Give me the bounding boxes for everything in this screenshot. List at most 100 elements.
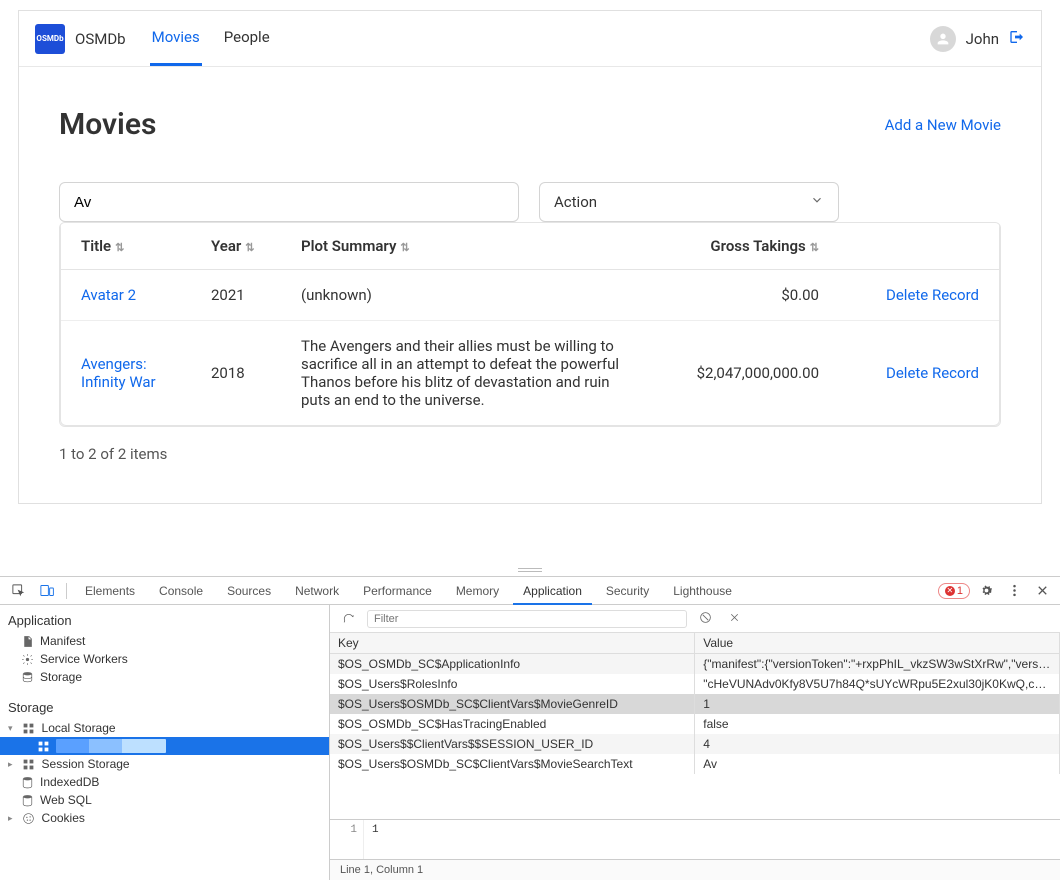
cell-year: 2021 — [191, 270, 281, 321]
clear-icon[interactable] — [695, 611, 716, 627]
grid-icon — [22, 758, 36, 770]
close-devtools-icon[interactable] — [1030, 583, 1054, 598]
movie-title-link[interactable]: Avatar 2 — [81, 286, 136, 304]
status-bar: Line 1, Column 1 — [330, 859, 1060, 880]
add-new-movie-link[interactable]: Add a New Movie — [885, 116, 1001, 134]
sidebar-item-manifest[interactable]: Manifest — [0, 632, 329, 650]
storage-row[interactable]: $OS_OSMDb_SC$HasTracingEnabledfalse — [330, 714, 1060, 734]
tab-memory[interactable]: Memory — [446, 577, 509, 605]
storage-header-row: Key Value — [330, 633, 1060, 654]
error-badge[interactable]: ✕1 — [938, 583, 970, 599]
pagination-info: 1 to 2 of 2 items — [59, 445, 1001, 463]
username: John — [966, 30, 999, 48]
search-input[interactable] — [59, 182, 519, 222]
genre-selected-label: Action — [554, 193, 597, 211]
nav-links: Movies People — [150, 11, 930, 66]
th-key[interactable]: Key — [330, 633, 695, 654]
sidebar-item-cookies[interactable]: Cookies — [0, 809, 329, 827]
grid-icon — [36, 740, 50, 752]
th-title[interactable]: Title — [61, 223, 191, 270]
sort-icon — [810, 241, 819, 254]
gear-icon — [20, 653, 34, 665]
th-plot[interactable]: Plot Summary — [281, 223, 659, 270]
devtools-panel: Elements Console Sources Network Perform… — [0, 576, 1060, 880]
nav-link-movies[interactable]: Movies — [150, 11, 202, 66]
error-icon: ✕ — [945, 586, 955, 596]
value-editor[interactable]: 1 1 — [330, 819, 1060, 859]
storage-filter-input[interactable] — [367, 610, 687, 628]
th-action — [839, 223, 999, 270]
tab-sources[interactable]: Sources — [217, 577, 281, 605]
filters-row: Action — [59, 182, 1001, 222]
sidebar-item-local-storage[interactable]: Local Storage — [0, 719, 329, 737]
more-icon[interactable] — [1002, 583, 1026, 598]
storage-row[interactable]: $OS_Users$RolesInfo"cHeVUNAdv0Kfy8V5U7h8… — [330, 674, 1060, 694]
editor-content[interactable]: 1 — [364, 820, 1060, 859]
tab-performance[interactable]: Performance — [353, 577, 442, 605]
blurred-origin — [56, 739, 166, 753]
settings-icon[interactable] — [974, 583, 998, 598]
user-icon — [935, 31, 951, 47]
document-icon — [20, 635, 34, 647]
cell-gross: $2,047,000,000.00 — [659, 321, 839, 425]
th-year[interactable]: Year — [191, 223, 281, 270]
storage-row[interactable]: $OS_Users$OSMDb_SC$ClientVars$MovieGenre… — [330, 694, 1060, 714]
logo: OSMDb — [35, 24, 65, 54]
genre-select[interactable]: Action — [539, 182, 839, 222]
sidebar-item-session-storage[interactable]: Session Storage — [0, 755, 329, 773]
devtools-tabs: Elements Console Sources Network Perform… — [0, 577, 1060, 605]
section-storage: Storage — [0, 696, 329, 719]
app-window: OSMDb OSMDb Movies People John Movies Ad… — [18, 10, 1042, 504]
cell-year: 2018 — [191, 321, 281, 425]
movies-table: Title Year Plot Summary Gross Takings Av… — [59, 222, 1001, 427]
chevron-down-icon — [810, 193, 824, 211]
cell-plot: (unknown) — [281, 270, 659, 321]
user-area: John — [930, 26, 1025, 52]
device-toolbar-icon[interactable] — [34, 583, 58, 598]
storage-toolbar — [330, 605, 1060, 633]
sidebar-item-service-workers[interactable]: Service Workers — [0, 650, 329, 668]
sidebar-item-indexeddb[interactable]: IndexedDB — [0, 773, 329, 791]
section-application: Application — [0, 609, 329, 632]
cell-gross: $0.00 — [659, 270, 839, 321]
delete-record-link[interactable]: Delete Record — [886, 286, 979, 304]
database-icon — [20, 794, 34, 806]
storage-row[interactable]: $OS_Users$$ClientVars$$SESSION_USER_ID4 — [330, 734, 1060, 754]
tab-console[interactable]: Console — [149, 577, 213, 605]
sort-icon — [245, 241, 254, 254]
devtools-body: Application Manifest Service Workers Sto… — [0, 605, 1060, 880]
storage-row[interactable]: $OS_Users$OSMDb_SC$ClientVars$MovieSearc… — [330, 754, 1060, 774]
cell-plot: The Avengers and their allies must be wi… — [281, 321, 659, 425]
devtools-main: Key Value $OS_OSMDb_SC$ApplicationInfo{"… — [330, 605, 1060, 880]
close-icon[interactable] — [724, 611, 745, 627]
nav-link-people[interactable]: People — [222, 11, 272, 66]
database-icon — [20, 776, 34, 788]
panel-drag-handle[interactable] — [0, 564, 1060, 576]
avatar[interactable] — [930, 26, 956, 52]
grid-icon — [22, 722, 36, 734]
tab-security[interactable]: Security — [596, 577, 659, 605]
th-value[interactable]: Value — [695, 633, 1060, 654]
brand-name: OSMDb — [75, 30, 126, 48]
tab-lighthouse[interactable]: Lighthouse — [663, 577, 742, 605]
app-header: OSMDb OSMDb Movies People John — [19, 11, 1041, 67]
tab-network[interactable]: Network — [285, 577, 349, 605]
table-header-row: Title Year Plot Summary Gross Takings — [61, 223, 999, 270]
refresh-icon[interactable] — [338, 611, 359, 627]
storage-row[interactable]: $OS_OSMDb_SC$ApplicationInfo{"manifest":… — [330, 654, 1060, 675]
table-row: Avatar 2 2021 (unknown) $0.00 Delete Rec… — [61, 270, 999, 321]
delete-record-link[interactable]: Delete Record — [886, 364, 979, 382]
logout-icon[interactable] — [1009, 29, 1025, 49]
inspect-element-icon[interactable] — [6, 583, 30, 598]
devtools-sidebar: Application Manifest Service Workers Sto… — [0, 605, 330, 880]
th-gross[interactable]: Gross Takings — [659, 223, 839, 270]
sidebar-item-storage[interactable]: Storage — [0, 668, 329, 686]
movie-title-link[interactable]: Avengers: Infinity War — [81, 355, 156, 391]
sort-icon — [115, 241, 124, 254]
tab-application[interactable]: Application — [513, 577, 592, 605]
sort-icon — [400, 241, 409, 254]
tab-elements[interactable]: Elements — [75, 577, 145, 605]
sidebar-item-local-storage-origin[interactable] — [0, 737, 329, 755]
sidebar-item-websql[interactable]: Web SQL — [0, 791, 329, 809]
database-icon — [20, 671, 34, 683]
